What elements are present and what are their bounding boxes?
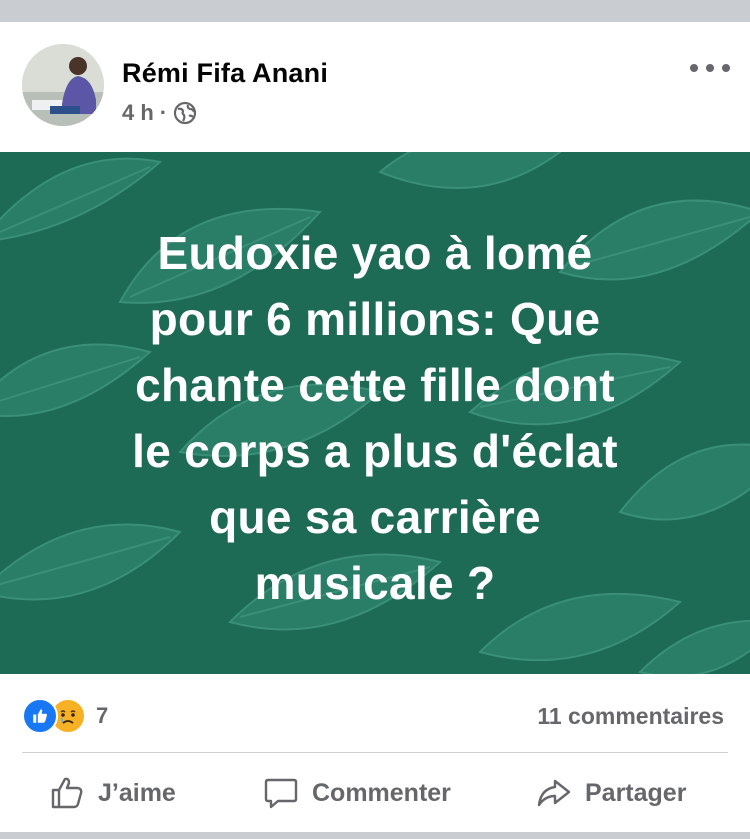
comment-bubble-icon: [264, 778, 298, 809]
meta-separator: ·: [159, 100, 168, 125]
post-text-line: chante cette fille dont: [135, 359, 615, 411]
like-reaction-icon: [22, 698, 58, 734]
post-text-line: pour 6 millions: Que: [149, 293, 601, 345]
divider: [22, 752, 728, 753]
comment-label: Commenter: [312, 778, 451, 807]
more-dot-icon: [706, 64, 714, 72]
like-button[interactable]: J’aime: [48, 774, 176, 812]
like-label: J’aime: [98, 778, 176, 807]
thumbs-up-icon: [51, 777, 83, 809]
reactions-summary[interactable]: 7: [22, 698, 108, 734]
post-header: Rémi Fifa Anani 4 h ·: [0, 22, 750, 152]
comment-button[interactable]: Commenter: [262, 774, 451, 812]
post-text-line: Eudoxie yao à lomé: [157, 227, 593, 279]
globe-icon: [173, 101, 197, 125]
reaction-count: 7: [96, 703, 109, 728]
post-time[interactable]: 4 h: [122, 100, 154, 126]
post-text-line: le corps a plus d'éclat: [132, 425, 618, 477]
share-arrow-icon: [537, 779, 571, 807]
author-avatar[interactable]: [22, 44, 104, 126]
share-button[interactable]: Partager: [535, 774, 686, 812]
action-bar: J’aime Commenter Partager: [0, 760, 750, 830]
comments-count[interactable]: 11 commentaires: [537, 703, 724, 730]
post-text-line: musicale ?: [254, 557, 496, 609]
post-text: Eudoxie yao à lomé pour 6 millions: Que …: [40, 220, 710, 616]
post-card: Rémi Fifa Anani 4 h · Eudoxie yao à lomé…: [0, 22, 750, 832]
post-background[interactable]: Eudoxie yao à lomé pour 6 millions: Que …: [0, 152, 750, 674]
post-text-line: que sa carrière: [209, 491, 541, 543]
share-label: Partager: [585, 778, 687, 807]
more-dot-icon: [722, 64, 730, 72]
more-dot-icon: [690, 64, 698, 72]
post-meta: 4 h ·: [122, 100, 197, 126]
author-name[interactable]: Rémi Fifa Anani: [122, 58, 328, 89]
more-options-button[interactable]: [690, 58, 730, 78]
